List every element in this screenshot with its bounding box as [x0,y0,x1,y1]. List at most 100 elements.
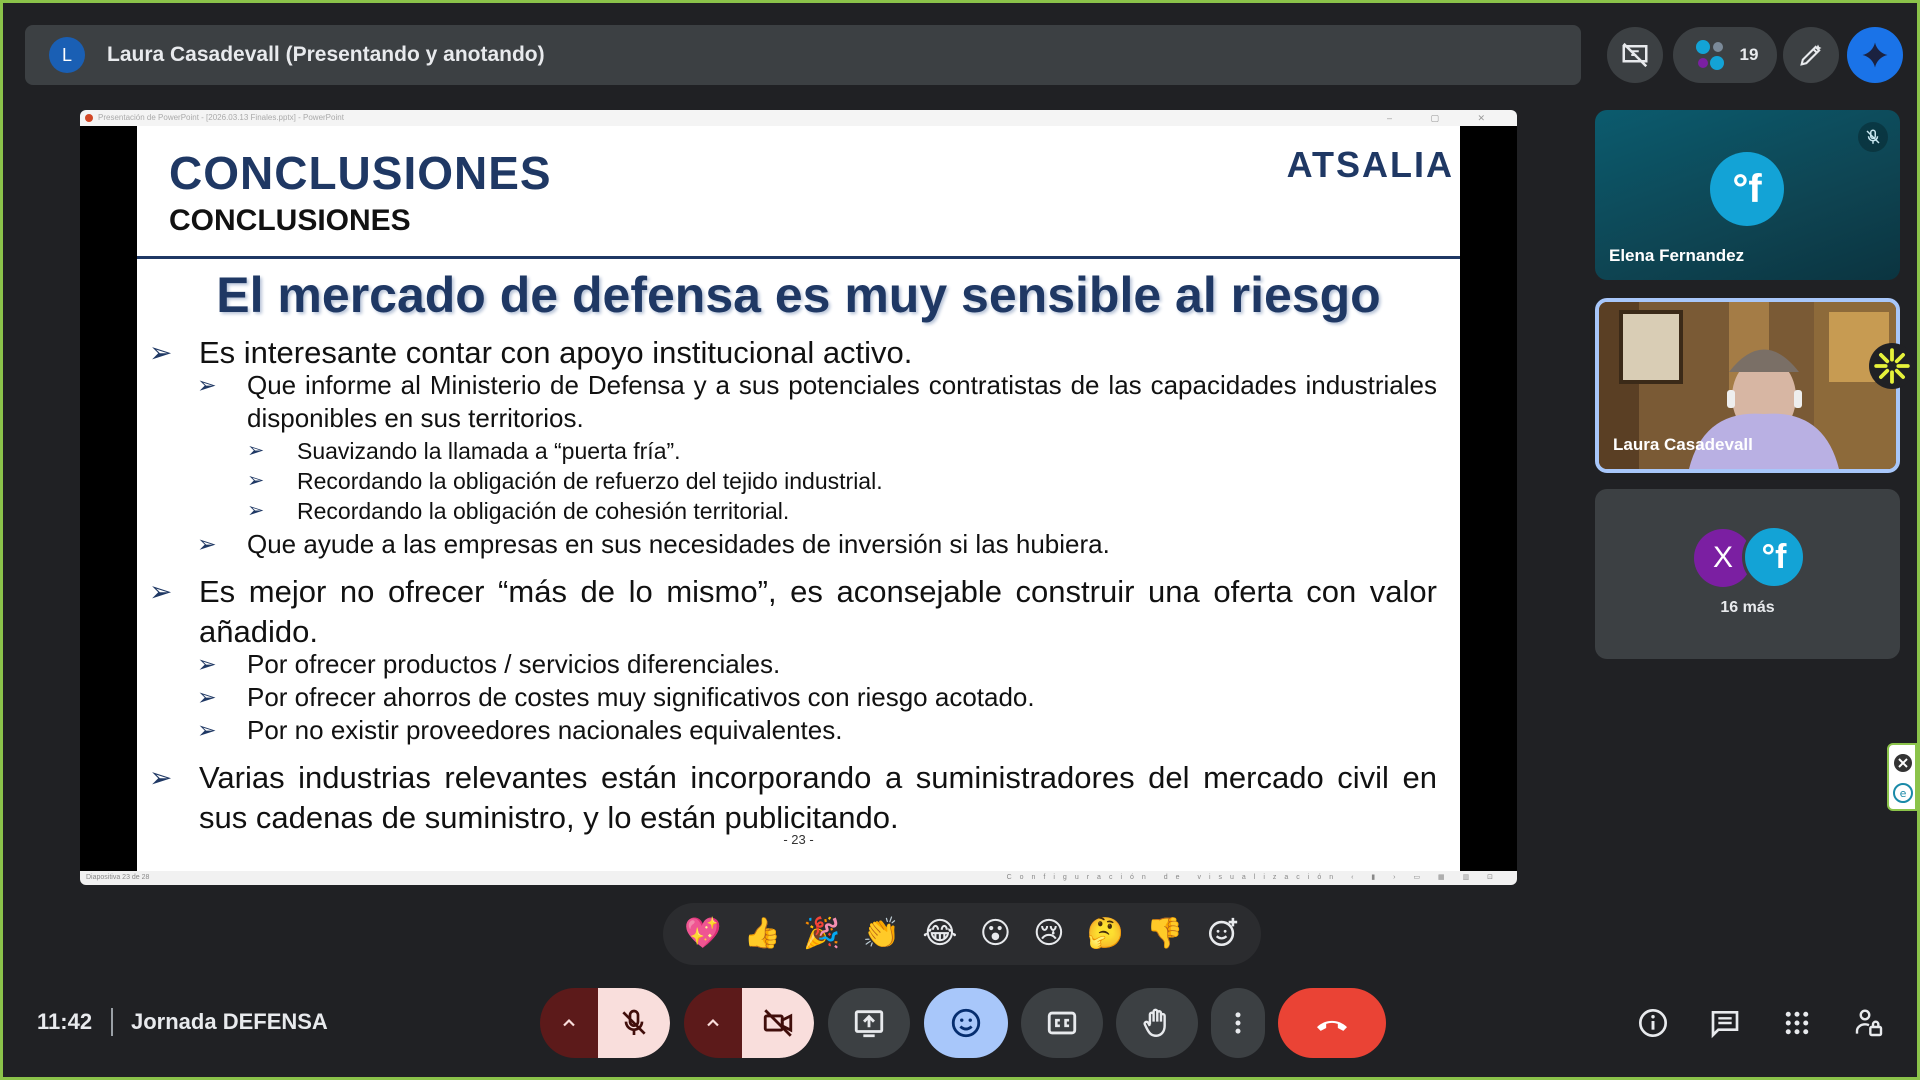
arrow-bullet-icon: ➢ [197,531,217,557]
pen-icon [1800,44,1822,66]
arrow-bullet-icon: ➢ [247,499,265,522]
slide-subheading: CONCLUSIONES [169,204,411,237]
svg-text:e: e [1900,787,1907,800]
camera-toggle-button[interactable] [742,988,814,1058]
participants-avatars-icon [1695,40,1724,70]
bullet-level3: ➢ Recordando la obligación de cohesión te… [247,498,790,524]
bullet-level2: ➢ Que informe al Ministerio de Defensa y … [197,370,1437,433]
presenter-avatar: L [49,37,85,73]
presenter-name: Laura Casadevall (Presentando y anotando… [107,43,545,66]
company-logo: ATSALIA [1286,144,1454,185]
info-icon [1639,1009,1667,1037]
bullet-level2: ➢ Que ayude a las empresas en sus necesid… [197,529,1110,559]
captions-button[interactable] [1021,988,1103,1058]
sparkle-icon [1862,42,1888,68]
chevron-up-icon [563,1018,575,1027]
shared-screen: Presentación de PowerPoint - [2026.03.13… [80,110,1517,885]
display-settings: Configuración de visualización [1006,874,1342,881]
slide-page-number: - 23 - [783,832,814,847]
arrow-bullet-icon: ➢ [197,372,217,398]
reaction-clap[interactable]: 👏 [863,919,900,949]
lock-person-icon [1855,1009,1883,1037]
annotate-button[interactable] [1783,27,1839,83]
meeting-details-button[interactable] [1633,1003,1673,1043]
more-vert-icon [1235,1012,1241,1034]
raise-hand-button[interactable] [1116,988,1198,1058]
participants-button[interactable]: 19 [1673,27,1777,83]
bullet-level2: ➢ Por no existir proveedores nacionales e… [197,715,843,745]
participant-avatar: °f [1710,152,1784,226]
reaction-thumbs-up[interactable]: 👍 [744,919,781,949]
present-screen-button[interactable] [828,988,910,1058]
presentation-off-icon [1622,42,1648,68]
window-controls-icon: – ▢ ✕ [1386,113,1503,123]
reaction-thinking[interactable]: 🤔 [1087,919,1124,949]
bullet-level2: ➢ Por ofrecer productos / servicios difer… [197,649,781,679]
side-extension-panel[interactable]: e [1887,743,1917,811]
arrow-bullet-icon: ➢ [247,469,265,492]
slide-heading: CONCLUSIONES [169,147,552,199]
leave-call-button[interactable] [1278,988,1386,1058]
bullet-level1: ➢ Varias industrias relevantes están inco… [149,760,1437,835]
arrow-bullet-icon: ➢ [197,684,217,710]
mic-off-icon [622,1009,646,1035]
ppt-titlebar: Presentación de PowerPoint - [2026.03.13… [80,110,1517,126]
participants-count: 19 [1739,45,1759,64]
slide-divider [137,256,1460,259]
reaction-heart[interactable]: 💖 [684,919,721,949]
camera-off-icon [763,1009,793,1037]
meeting-name: Jornada DEFENSA [131,1009,328,1034]
participant-name: Elena Fernandez [1609,246,1745,265]
more-participants-label: 16 más [1720,599,1775,616]
camera-options-button[interactable] [684,988,742,1058]
ppt-statusbar: Diapositiva 23 de 28 Configuración de vi… [80,871,1517,885]
emoji-icon [951,1008,981,1038]
reactions-bar: 💖 👍 🎉 👏 😂 😮 😢 🤔 👎 [663,903,1261,965]
slide-title: El mercado de defensa es muy sensible al… [216,267,1381,323]
reaction-thumbs-down[interactable]: 👎 [1146,919,1183,949]
present-to-all-icon [854,1010,884,1038]
arrow-bullet-icon: ➢ [149,576,173,607]
bullet-level3: ➢ Recordando la obligación de refuerzo de… [247,468,883,494]
participant-avatar-f: °f [1742,525,1806,589]
reaction-burst-icon [1869,343,1915,389]
close-icon[interactable] [1891,751,1915,775]
mic-control-group [540,988,670,1058]
gemini-button[interactable] [1847,27,1903,83]
activities-button[interactable] [1777,1003,1817,1043]
participant-tile-laura[interactable]: Laura Casadevall [1595,298,1900,473]
meeting-clock: 11:42 [37,1009,93,1034]
reaction-surprised[interactable]: 😮 [980,919,1011,949]
camera-control-group [684,988,814,1058]
reaction-sad[interactable]: 😢 [1033,919,1064,949]
bullet-level1: ➢ Es interesante contar con apoyo institu… [149,333,1437,373]
reactions-button[interactable] [924,988,1008,1058]
participant-tile-elena[interactable]: °f Elena Fernandez [1595,110,1900,280]
chat-icon [1711,1011,1739,1039]
mic-off-icon [1858,122,1888,152]
reaction-laugh[interactable]: 😂 [922,919,957,949]
extension-icon[interactable]: e [1891,781,1915,805]
reaction-party[interactable]: 🎉 [803,919,840,949]
add-reaction-button[interactable] [1206,915,1240,954]
view-controls-icon: ‹ ▮ › ▭ ▦ ▥ ⊡ [1351,874,1501,881]
presenter-banner: L Laura Casadevall (Presentando y anotan… [25,25,1581,85]
arrow-bullet-icon: ➢ [149,337,173,368]
participant-name: Laura Casadevall [1613,435,1753,454]
host-controls-button[interactable] [1849,1003,1889,1043]
bottom-divider [111,1008,113,1036]
hand-icon [1143,1008,1166,1037]
powerpoint-icon [85,114,93,122]
emoji-add-icon [1208,917,1238,946]
mic-toggle-button[interactable] [598,988,670,1058]
bullet-level1: ➢ Es mejor no ofrecer “más de lo mismo”, … [149,574,1437,649]
participant-tile-more[interactable]: X °f 16 más [1595,489,1900,659]
chevron-up-icon [707,1018,719,1027]
arrow-bullet-icon: ➢ [149,762,173,793]
bullet-level2: ➢ Por ofrecer ahorros de costes muy signi… [197,682,1035,712]
hide-slide-button[interactable] [1607,27,1663,83]
mic-options-button[interactable] [540,988,598,1058]
apps-grid-icon [1785,1011,1809,1035]
more-options-button[interactable] [1211,988,1265,1058]
chat-button[interactable] [1705,1003,1745,1043]
